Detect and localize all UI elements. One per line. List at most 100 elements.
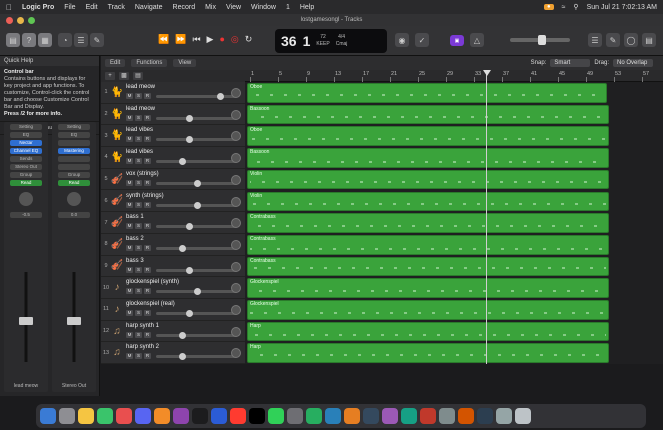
track-name[interactable]: lead meow (126, 84, 155, 90)
mute-button[interactable]: M (126, 223, 133, 230)
dock-app-icon[interactable] (325, 408, 341, 424)
apple-menu-icon[interactable]:  (6, 3, 12, 12)
go-to-start-icon[interactable]: ⏮ (192, 34, 200, 45)
dock-app-icon[interactable] (439, 408, 455, 424)
strip-volume-value[interactable]: -0.5 (10, 212, 42, 218)
edit-menu[interactable]: Edit (105, 59, 126, 67)
solo-button[interactable]: S (135, 331, 142, 338)
mute-button[interactable]: M (126, 288, 133, 295)
folder-icon[interactable]: ▤ (133, 72, 143, 80)
strip-sends[interactable] (58, 156, 90, 162)
close-icon[interactable] (6, 17, 13, 24)
record-enable-button[interactable]: R (144, 158, 151, 165)
violin-icon[interactable]: 🎻 (111, 237, 123, 251)
metronome-icon[interactable]: △ (470, 33, 484, 47)
record-enable-button[interactable]: R (144, 310, 151, 316)
midi-region[interactable]: Harp (247, 321, 609, 342)
volume-handle[interactable] (186, 223, 194, 231)
midi-region[interactable]: Oboe (247, 83, 607, 103)
track-volume-slider[interactable] (156, 331, 236, 339)
track-name[interactable]: lead meow (126, 106, 155, 112)
midi-region[interactable]: Violin (247, 191, 609, 212)
dock-app-icon[interactable] (97, 408, 113, 424)
editors-icon[interactable]: ✎ (90, 33, 104, 47)
menu-edit[interactable]: Edit (86, 4, 98, 11)
menu-help[interactable]: Help (300, 4, 314, 11)
solo-button[interactable]: S (135, 136, 142, 143)
track-pan-knob[interactable] (231, 239, 241, 250)
view-menu[interactable]: View (173, 59, 197, 67)
record-enable-button[interactable]: R (144, 353, 151, 360)
ruler[interactable]: 1 5 9 13 17 21 25 29 33 37 41 45 49 53 57 (245, 70, 663, 82)
mute-button[interactable]: M (126, 331, 133, 338)
cat-icon[interactable]: 🐈 (111, 85, 123, 99)
track-name[interactable]: bass 2 (126, 236, 144, 242)
solo-button[interactable]: S (135, 201, 142, 208)
dock-app-icon[interactable] (116, 408, 132, 424)
track-pan-knob[interactable] (231, 305, 241, 315)
track-name[interactable]: bass 3 (126, 258, 144, 264)
track-name[interactable]: harp synth 1 (126, 323, 159, 329)
record-enable-button[interactable]: R (144, 136, 151, 143)
record-enable-button[interactable]: R (144, 288, 151, 295)
track-pan-knob[interactable] (231, 348, 241, 359)
midi-region[interactable]: Contrabass (247, 213, 609, 233)
track-header[interactable]: 10 ♪ glockenspiel (synth) M S R (101, 277, 245, 299)
solo-button[interactable]: S (135, 114, 142, 121)
dock-app-icon[interactable] (458, 408, 474, 424)
strip-insert[interactable]: Mastering (58, 148, 90, 154)
track-header[interactable]: 1 🐈 lead meow M S R (101, 82, 245, 104)
playhead[interactable] (483, 70, 491, 364)
menu-navigate[interactable]: Navigate (135, 4, 163, 11)
track-name[interactable]: harp synth 2 (126, 344, 159, 350)
arrange-area[interactable]: Oboe Bassoon Oboe Bassoon Violin Violin Contra… (245, 82, 663, 364)
dock-app-icon[interactable] (306, 408, 322, 424)
dock-app-icon[interactable] (249, 408, 265, 424)
mute-button[interactable]: M (126, 266, 133, 273)
toolbar-icon[interactable]: ▦ (38, 33, 52, 47)
dock-app-icon[interactable] (135, 408, 151, 424)
dock-app-icon[interactable] (268, 408, 284, 424)
volume-handle[interactable] (178, 244, 186, 252)
mute-button[interactable]: M (126, 93, 133, 99)
track-header[interactable]: 3 🐈 lead vibes M S R (101, 125, 245, 148)
track-header[interactable]: 5 🎻 vox (strings) M S R (101, 169, 245, 191)
strip-automation[interactable]: Read (58, 180, 90, 186)
strip-output[interactable]: Stereo Out (10, 164, 42, 170)
loops-icon[interactable]: ◯ (624, 33, 638, 47)
record-enable-button[interactable]: R (144, 244, 151, 251)
cat-icon[interactable]: 🐈 (111, 150, 123, 164)
midi-region[interactable]: Oboe (247, 126, 609, 147)
track-header[interactable]: 11 ♪ glockenspiel (real) M S R (101, 299, 245, 321)
strip-insert[interactable]: Channel EQ (10, 148, 42, 154)
menu-1[interactable]: 1 (286, 4, 290, 11)
pan-knob[interactable] (67, 192, 81, 206)
cat-icon[interactable]: 🐈 (111, 129, 123, 143)
harp-icon[interactable]: ♫ (111, 346, 123, 360)
volume-handle[interactable] (194, 179, 201, 187)
dock-app-icon[interactable] (420, 408, 436, 424)
track-header[interactable]: 4 🐈 lead vibes M S R (101, 147, 245, 169)
menu-file[interactable]: File (64, 4, 75, 11)
dock-app-icon[interactable] (78, 408, 94, 424)
zoom-icon[interactable] (28, 17, 35, 24)
menu-record[interactable]: Record (173, 4, 196, 11)
volume-handle[interactable] (194, 288, 201, 296)
dock-app-icon[interactable] (230, 408, 246, 424)
track-volume-slider[interactable] (156, 266, 236, 274)
volume-handle[interactable] (178, 353, 186, 361)
solo-button[interactable]: S (135, 353, 142, 360)
duplicate-track-icon[interactable]: ▩ (119, 72, 129, 80)
record-enable-button[interactable]: R (144, 223, 151, 230)
track-pan-knob[interactable] (231, 218, 241, 229)
mute-button[interactable]: M (126, 136, 133, 143)
mute-button[interactable]: M (126, 158, 133, 165)
notepad-icon[interactable]: ✎ (606, 33, 620, 47)
live-loops-icon[interactable]: ▣ (450, 35, 464, 46)
violin-icon[interactable]: 🎻 (111, 259, 123, 273)
track-name[interactable]: glockenspiel (synth) (126, 279, 179, 285)
track-name[interactable]: bass 1 (126, 214, 144, 220)
track-header[interactable]: 9 🎻 bass 3 MSR (101, 256, 245, 278)
track-pan-knob[interactable] (231, 109, 241, 120)
dock-app-icon[interactable] (344, 408, 360, 424)
